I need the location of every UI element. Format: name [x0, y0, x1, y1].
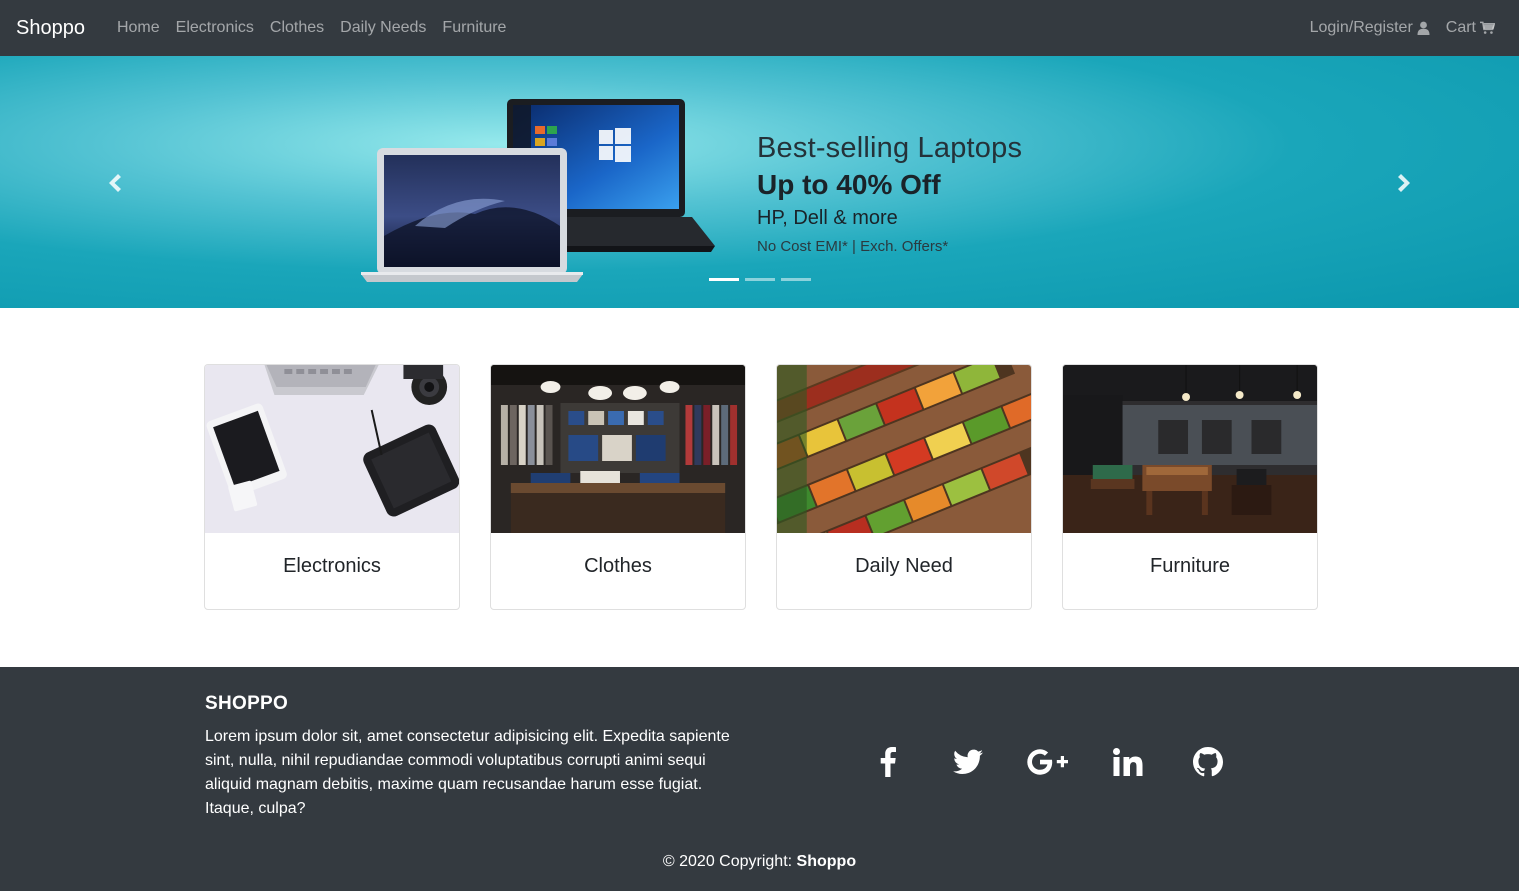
facebook-link[interactable]: [866, 743, 910, 781]
linkedin-icon: [1113, 748, 1143, 776]
nav-link-clothes[interactable]: Clothes: [262, 19, 332, 37]
furniture-image: [1063, 365, 1317, 533]
banner-headline: Best-selling Laptops: [757, 132, 1023, 164]
banner-brands: HP, Dell & more: [757, 207, 898, 229]
carousel-indicator[interactable]: [745, 278, 775, 281]
carousel-indicator[interactable]: [709, 278, 739, 281]
footer: SHOPPO Lorem ipsum dolor sit, amet conse…: [0, 667, 1519, 891]
banner-text: Best-selling Laptops Up to 40% Off HP, D…: [757, 132, 1022, 255]
copyright-text: © 2020 Copyright:: [662, 853, 793, 870]
twitter-link[interactable]: [946, 743, 990, 781]
shopping-cart-icon: [1480, 21, 1495, 34]
user-icon: [1417, 21, 1430, 35]
nav-link-furniture[interactable]: Furniture: [434, 19, 514, 37]
login-register-label: Login/Register: [1309, 19, 1413, 36]
chevron-right-icon: [1398, 174, 1410, 192]
twitter-icon: [953, 749, 983, 774]
nav-link-home[interactable]: Home: [109, 19, 168, 37]
linkedin-link[interactable]: [1106, 743, 1150, 781]
chevron-left-icon: [109, 174, 121, 192]
github-icon: [1193, 747, 1223, 777]
cart-link[interactable]: Cart: [1438, 19, 1503, 37]
category-cards: Electronics Clothes Daily Need Furniture: [204, 364, 1318, 610]
copyright-brand[interactable]: Shoppo: [797, 853, 857, 870]
nav-right: Login/Register Cart: [1302, 19, 1503, 37]
banner-terms: No Cost EMI* | Exch. Offers*: [757, 238, 949, 255]
navbar: Shoppo Home Electronics Clothes Daily Ne…: [0, 0, 1519, 56]
carousel-prev-button[interactable]: [99, 168, 129, 198]
nav-link-electronics[interactable]: Electronics: [168, 19, 262, 37]
github-link[interactable]: [1186, 743, 1230, 781]
nav-link-daily-needs[interactable]: Daily Needs: [332, 19, 434, 37]
cart-label: Cart: [1445, 19, 1476, 36]
nav-links: Home Electronics Clothes Daily Needs Fur…: [109, 19, 514, 37]
footer-description: Lorem ipsum dolor sit, amet consectetur …: [205, 728, 730, 817]
carousel-indicator[interactable]: [781, 278, 811, 281]
carousel-indicators: [709, 278, 811, 281]
footer-title: SHOPPO: [205, 693, 289, 714]
facebook-icon: [880, 747, 896, 777]
category-card-daily-need[interactable]: Daily Need: [776, 364, 1032, 610]
card-title: Clothes: [584, 555, 652, 577]
category-card-clothes[interactable]: Clothes: [490, 364, 746, 610]
copyright: © 2020 Copyright: Shoppo: [0, 853, 1519, 871]
card-title: Furniture: [1149, 555, 1231, 577]
social-links: [866, 743, 1266, 781]
category-card-furniture[interactable]: Furniture: [1062, 364, 1318, 610]
daily-need-image: [777, 365, 1031, 533]
card-title: Electronics: [283, 555, 381, 577]
clothes-image: [491, 365, 745, 533]
card-title: Daily Need: [855, 555, 953, 577]
login-register-link[interactable]: Login/Register: [1302, 19, 1438, 37]
laptops-banner-image: [361, 99, 715, 282]
brand-logo[interactable]: Shoppo: [16, 17, 85, 40]
carousel-next-button[interactable]: [1390, 168, 1420, 198]
google-plus-icon: [1027, 749, 1068, 775]
google-plus-link[interactable]: [1026, 743, 1070, 781]
electronics-image: [205, 365, 459, 533]
category-card-electronics[interactable]: Electronics: [204, 364, 460, 610]
hero-carousel: Best-selling Laptops Up to 40% Off HP, D…: [0, 56, 1519, 308]
banner-offer: Up to 40% Off: [757, 169, 941, 200]
